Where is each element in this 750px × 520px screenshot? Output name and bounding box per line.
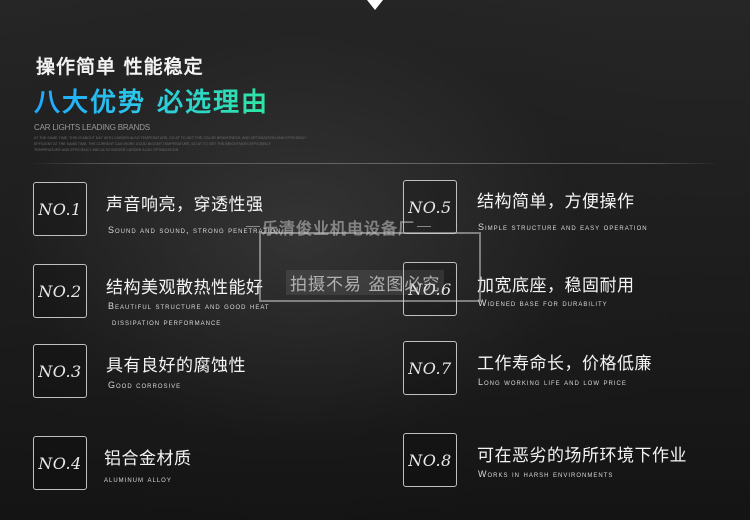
- feature-badge-7: NO.7: [403, 341, 457, 395]
- feature-title-5: 结构简单，方便操作: [477, 192, 635, 212]
- chevron-down-icon: [367, 0, 383, 10]
- feature-badge-8: NO.8: [403, 433, 457, 487]
- feature-badge-3: NO.3: [33, 344, 87, 398]
- feature-banner: 操作简单 性能稳定 八大优势 必选理由 CAR LIGHTS LEADING B…: [0, 0, 750, 520]
- feature-title-4: 铝合金材质: [104, 449, 192, 469]
- feature-sub-5: Simple structure and easy operation: [478, 222, 648, 232]
- feature-sub-7: Long working life and low price: [478, 377, 627, 387]
- feature-title-2: 结构美观散热性能好: [106, 278, 264, 298]
- feature-title-8: 可在恶劣的场所环境下作业: [477, 446, 687, 466]
- feature-sub-6: Widened base for durability: [478, 298, 608, 308]
- feature-sub-3: Good corrosive: [108, 380, 182, 390]
- feature-sub-2: Beautiful structure and good heat: [108, 301, 270, 311]
- fine-print-line: EFFICIENT AT THE SAME TIME, THE CURRENT …: [34, 142, 272, 146]
- feature-sub-4: aluminum alloy: [104, 474, 172, 484]
- divider: [30, 163, 720, 164]
- brand-tagline: CAR LIGHTS LEADING BRANDS: [34, 123, 150, 132]
- feature-title-3: 具有良好的腐蚀性: [106, 356, 246, 376]
- feature-title-1: 声音响亮，穿透性强: [106, 195, 264, 215]
- feature-title-6: 加宽底座，稳固耐用: [477, 276, 635, 296]
- heading-title: 八大优势 必选理由: [34, 82, 269, 119]
- feature-badge-4: NO.4: [33, 436, 87, 490]
- feature-sub-2b: dissipation performance: [112, 317, 222, 327]
- fine-print-line: AT THE SAME TIME, THIS IS ABOUT DAY WITH…: [34, 136, 307, 140]
- feature-title-7: 工作寿命长，价格低廉: [477, 354, 652, 374]
- feature-badge-2: NO.2: [33, 264, 87, 318]
- heading-subtitle: 操作简单 性能稳定: [36, 56, 204, 78]
- feature-sub-8: Works in harsh environments: [478, 469, 614, 479]
- feature-badge-1: NO.1: [33, 182, 87, 236]
- watermark-notice: 拍摄不易 盗图必究: [286, 270, 445, 295]
- fine-print-line: TEMPERATURE AND EFFICIENCY AND ALSO BIGG…: [34, 148, 179, 152]
- feature-sub-1: Sound and sound, strong penetration: [108, 225, 282, 235]
